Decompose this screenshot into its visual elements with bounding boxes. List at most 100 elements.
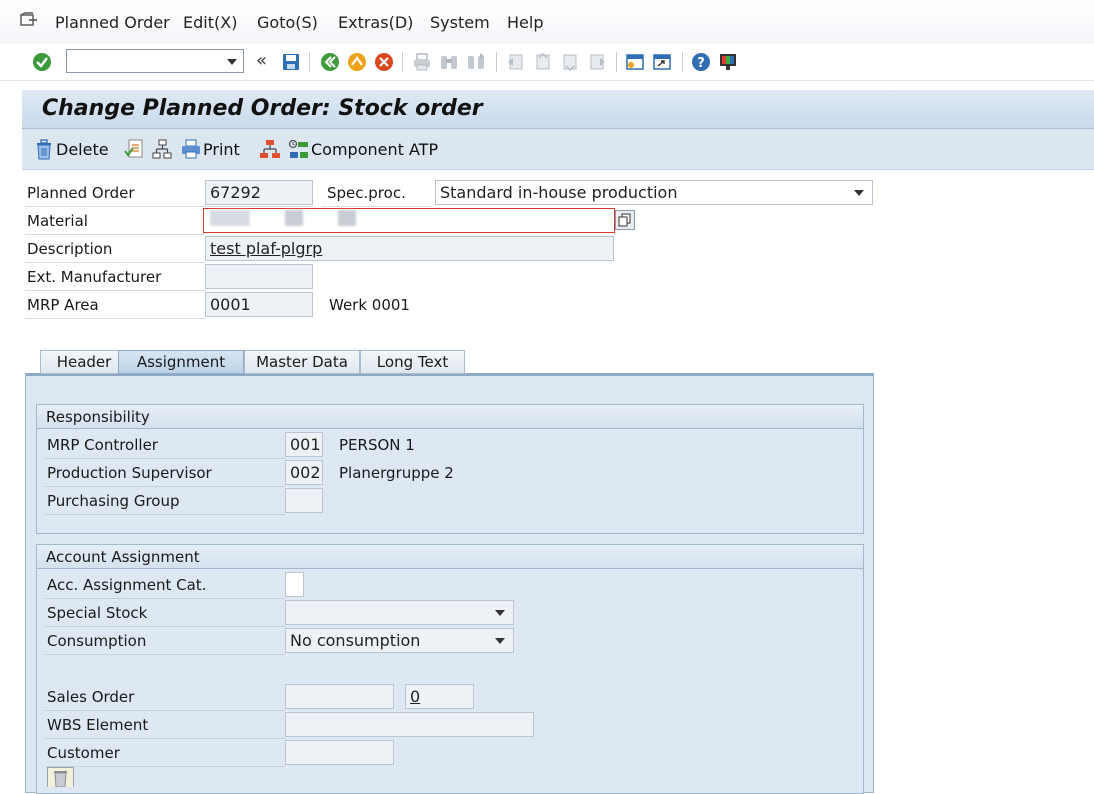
responsibility-title: Responsibility <box>37 405 863 429</box>
special-stock-select[interactable] <box>285 600 514 625</box>
customer-label: Customer <box>47 744 120 762</box>
first-page-icon <box>508 54 523 70</box>
new-session-icon[interactable] <box>625 52 645 72</box>
tab-long-text[interactable]: Long Text <box>360 350 465 374</box>
material-label: Material <box>27 212 88 230</box>
production-supervisor-name: Planergruppe 2 <box>339 464 454 482</box>
shortcut-icon[interactable] <box>652 52 672 72</box>
menu-help[interactable]: Help <box>507 13 543 32</box>
mrp-controller-label: MRP Controller <box>47 436 158 454</box>
tab-master-data[interactable]: Master Data <box>244 350 360 374</box>
component-atp-button[interactable]: Component ATP <box>311 140 438 159</box>
collapse-arrow-icon[interactable]: « <box>256 50 267 71</box>
chevron-down-icon[interactable] <box>854 190 864 196</box>
chevron-down-icon[interactable] <box>227 59 237 65</box>
find-icon <box>441 56 457 69</box>
component-atp-icon[interactable] <box>288 139 310 160</box>
acc-assignment-cat-label: Acc. Assignment Cat. <box>47 576 207 594</box>
help-icon[interactable]: ? <box>691 52 711 72</box>
ext-manufacturer-label: Ext. Manufacturer <box>27 268 162 286</box>
structure-icon[interactable] <box>259 139 281 160</box>
exit-icon[interactable] <box>347 52 367 72</box>
redacted-block <box>285 210 303 226</box>
row-divider <box>45 738 285 739</box>
sales-order-item-field[interactable]: 0 <box>405 684 474 709</box>
production-supervisor-field[interactable]: 002 <box>285 460 323 485</box>
save-icon[interactable] <box>281 52 301 72</box>
acc-assignment-cat-field[interactable] <box>285 572 304 597</box>
description-field[interactable]: test plaf-plgrp <box>205 236 614 261</box>
planned-order-label: Planned Order <box>27 184 135 202</box>
row-divider <box>45 710 285 711</box>
print-button[interactable]: Print <box>203 140 240 159</box>
wbs-element-label: WBS Element <box>47 716 149 734</box>
mrp-area-label: MRP Area <box>27 296 99 314</box>
mrp-controller-name: PERSON 1 <box>339 436 415 454</box>
sales-order-field[interactable] <box>285 684 394 709</box>
row-divider <box>45 766 285 767</box>
row-divider <box>25 234 205 235</box>
back-icon[interactable] <box>320 52 340 72</box>
hierarchy-icon[interactable] <box>151 139 173 160</box>
sales-order-label: Sales Order <box>47 688 135 706</box>
menu-planned-order[interactable]: Planned Order <box>55 13 170 32</box>
mrp-area-description: Werk 0001 <box>329 296 410 314</box>
toolbar-separator <box>309 52 310 72</box>
wbs-element-field[interactable] <box>285 712 534 737</box>
check-document-icon[interactable] <box>123 139 145 160</box>
trash-icon[interactable] <box>47 767 74 787</box>
row-divider <box>45 458 285 459</box>
menu-extras[interactable]: Extras(D) <box>338 13 413 32</box>
menu-edit[interactable]: Edit(X) <box>183 13 237 32</box>
purchasing-group-field[interactable] <box>285 488 323 513</box>
purchasing-group-label: Purchasing Group <box>47 492 180 510</box>
production-supervisor-label: Production Supervisor <box>47 464 212 482</box>
tab-header[interactable]: Header <box>40 350 128 374</box>
copy-icon[interactable] <box>615 210 635 230</box>
special-stock-label: Special Stock <box>47 604 148 622</box>
planned-order-field[interactable]: 67292 <box>205 180 313 205</box>
row-divider <box>25 206 315 207</box>
customize-layout-icon[interactable] <box>718 52 738 72</box>
printer-icon[interactable] <box>180 139 202 160</box>
command-field[interactable] <box>66 49 244 73</box>
chevron-down-icon[interactable] <box>495 610 505 616</box>
cancel-icon[interactable] <box>374 52 394 72</box>
row-divider <box>45 486 285 487</box>
find-next-icon <box>468 53 484 69</box>
mrp-area-field[interactable]: 0001 <box>205 292 313 317</box>
spec-proc-select[interactable]: Standard in-house production <box>435 180 873 205</box>
menu-goto[interactable]: Goto(S) <box>257 13 318 32</box>
mrp-controller-field[interactable]: 001 <box>285 432 323 457</box>
row-divider <box>45 514 285 515</box>
row-divider <box>45 598 285 599</box>
toolbar-separator <box>402 52 403 72</box>
redacted-block <box>210 210 250 226</box>
toolbar-separator <box>616 52 617 72</box>
consumption-select[interactable]: No consumption <box>285 628 514 653</box>
delete-button[interactable]: Delete <box>56 140 109 159</box>
ext-manufacturer-field[interactable] <box>205 264 313 289</box>
page-title: Change Planned Order: Stock order <box>42 96 483 121</box>
description-label: Description <box>27 240 113 258</box>
row-divider <box>322 206 432 207</box>
enter-check-icon[interactable] <box>32 52 52 72</box>
toolbar-separator <box>682 52 683 72</box>
chevron-down-icon[interactable] <box>495 638 505 644</box>
account-assignment-title: Account Assignment <box>37 545 863 569</box>
spec-proc-label: Spec.proc. <box>327 184 406 202</box>
menu-system[interactable]: System <box>430 13 490 32</box>
last-page-icon <box>590 54 605 70</box>
row-divider <box>25 318 205 319</box>
trash-icon[interactable] <box>34 139 54 160</box>
customer-field[interactable] <box>285 740 394 765</box>
menu-icon[interactable] <box>20 12 38 28</box>
tab-assignment[interactable]: Assignment <box>118 350 244 374</box>
toolbar-separator <box>496 52 497 72</box>
print-icon <box>414 53 430 71</box>
previous-page-icon <box>536 52 550 70</box>
material-field[interactable] <box>203 208 615 233</box>
row-divider <box>45 626 285 627</box>
row-divider <box>25 262 205 263</box>
row-divider <box>45 654 285 655</box>
